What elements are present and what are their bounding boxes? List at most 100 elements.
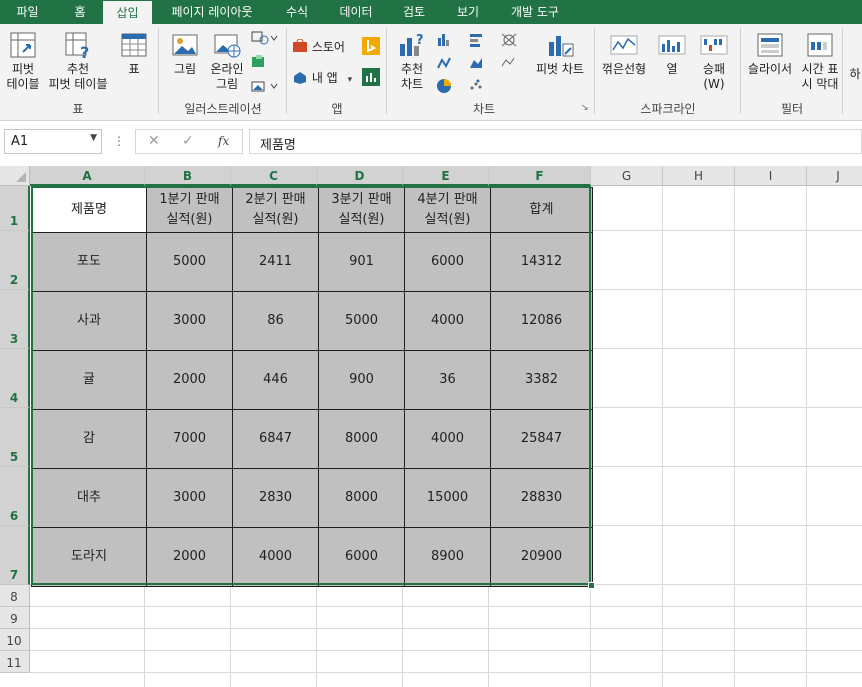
screenshot-icon[interactable]	[250, 78, 278, 94]
smartart-icon[interactable]	[250, 54, 278, 70]
name-box[interactable]: A1 ▼	[4, 129, 102, 154]
column-header-e[interactable]: E	[403, 166, 489, 186]
column-header-d[interactable]: D	[317, 166, 403, 186]
tab-data[interactable]: 데이터	[328, 0, 384, 24]
table-cell[interactable]: 86	[232, 291, 319, 351]
table-header-cell[interactable]: 합계	[490, 187, 593, 233]
table-cell[interactable]: 12086	[490, 291, 593, 351]
column-header-g[interactable]: G	[591, 166, 663, 186]
table-cell[interactable]: 8000	[318, 468, 405, 528]
column-header-f[interactable]: F	[489, 166, 591, 186]
tab-insert[interactable]: 삽입	[103, 1, 152, 24]
table-cell[interactable]: 2000	[146, 527, 233, 587]
formula-input[interactable]: 제품명	[249, 129, 862, 154]
online-pictures-button[interactable]: 온라인 그림	[206, 30, 248, 92]
pictures-button[interactable]: 그림	[165, 30, 205, 77]
column-header-b[interactable]: B	[145, 166, 231, 186]
select-all-button[interactable]	[0, 166, 30, 186]
table-cell[interactable]: 5000	[318, 291, 405, 351]
pivot-chart-button[interactable]: 피벗 차트	[530, 30, 590, 77]
table-cell[interactable]: 2830	[232, 468, 319, 528]
insert-function-icon[interactable]: fx	[218, 134, 229, 148]
tab-formulas[interactable]: 수식	[272, 0, 322, 24]
table-cell[interactable]: 900	[318, 350, 405, 410]
enter-icon[interactable]: ✓	[182, 133, 194, 149]
chevron-down-icon[interactable]: ▼	[90, 133, 97, 143]
cancel-icon[interactable]: ✕	[148, 133, 160, 149]
tab-developer[interactable]: 개발 도구	[498, 0, 572, 24]
table-cell[interactable]: 4000	[232, 527, 319, 587]
table-header-cell[interactable]: 4분기 판매 실적(원)	[404, 187, 491, 233]
tab-home[interactable]: 홈	[58, 0, 102, 24]
table-cell[interactable]: 6847	[232, 409, 319, 469]
row-header-9[interactable]: 9	[0, 607, 30, 629]
table-cell[interactable]: 14312	[490, 232, 593, 292]
timeline-button[interactable]: 시간 표 시 막대	[798, 30, 842, 92]
table-cell[interactable]: 귤	[31, 350, 147, 410]
row-header-2[interactable]: 2	[0, 231, 30, 290]
table-cell[interactable]: 2000	[146, 350, 233, 410]
table-header-cell[interactable]: 1분기 판매 실적(원)	[146, 187, 233, 233]
row-header-7[interactable]: 7	[0, 526, 30, 585]
worksheet-grid[interactable]: ABCDEFGHIJ 1 2 3 4 5 6 7 8 9 10 11 제품명 1분기 판매 실적(원) 2…	[0, 166, 862, 687]
table-cell[interactable]: 8900	[404, 527, 491, 587]
hyperlink-button[interactable]: 하	[848, 67, 862, 82]
table-cell[interactable]: 포도	[31, 232, 147, 292]
column-header-a[interactable]: A	[30, 166, 145, 186]
bing-icon[interactable]	[362, 37, 380, 55]
row-header-1[interactable]: 1	[0, 186, 30, 231]
column-header-j[interactable]: J	[807, 166, 862, 186]
chart-type-gallery-icon[interactable]	[436, 30, 528, 98]
row-header-4[interactable]: 4	[0, 349, 30, 408]
table-cell[interactable]: 5000	[146, 232, 233, 292]
row-header-8[interactable]: 8	[0, 585, 30, 607]
table-cell[interactable]: 36	[404, 350, 491, 410]
table-cell[interactable]: 3382	[490, 350, 593, 410]
row-header-3[interactable]: 3	[0, 290, 30, 349]
tab-file[interactable]: 파일	[0, 0, 55, 24]
table-cell[interactable]: 2411	[232, 232, 319, 292]
table-cell[interactable]: 25847	[490, 409, 593, 469]
people-graph-icon[interactable]	[362, 68, 380, 86]
shapes-icon[interactable]	[250, 30, 278, 46]
recommended-pivot-button[interactable]: ? 추천 피벗 테이블	[44, 30, 112, 92]
fill-handle[interactable]	[588, 582, 595, 589]
table-header-cell[interactable]: 2분기 판매 실적(원)	[232, 187, 319, 233]
table-cell[interactable]: 사과	[31, 291, 147, 351]
table-cell[interactable]: 28830	[490, 468, 593, 528]
recommended-charts-button[interactable]: ? 추천 차트	[392, 30, 432, 92]
table-cell[interactable]: 감	[31, 409, 147, 469]
tab-page-layout[interactable]: 페이지 레이아웃	[158, 0, 266, 24]
row-header-11[interactable]: 11	[0, 651, 30, 673]
slicer-button[interactable]: 슬라이서	[744, 30, 796, 77]
column-header-h[interactable]: H	[663, 166, 735, 186]
row-header-10[interactable]: 10	[0, 629, 30, 651]
table-cell[interactable]: 대추	[31, 468, 147, 528]
table-header-cell[interactable]: 3분기 판매 실적(원)	[318, 187, 405, 233]
table-cell[interactable]: 4000	[404, 291, 491, 351]
table-cell[interactable]: 15000	[404, 468, 491, 528]
sparkline-line-button[interactable]: 꺾은선형	[598, 30, 650, 77]
dialog-launcher-icon[interactable]: ↘	[581, 103, 589, 113]
table-cell[interactable]: 20900	[490, 527, 593, 587]
pivot-table-button[interactable]: 피벗 테이블	[2, 30, 44, 92]
table-cell[interactable]: 도라지	[31, 527, 147, 587]
tab-review[interactable]: 검토	[390, 0, 438, 24]
table-cell[interactable]: 4000	[404, 409, 491, 469]
sparkline-winloss-button[interactable]: 승패 (W)	[694, 30, 734, 92]
column-header-c[interactable]: C	[231, 166, 317, 186]
row-header-5[interactable]: 5	[0, 408, 30, 467]
table-cell[interactable]: 6000	[404, 232, 491, 292]
table-button[interactable]: 표	[114, 30, 154, 77]
table-cell[interactable]: 446	[232, 350, 319, 410]
column-header-i[interactable]: I	[735, 166, 807, 186]
row-header-6[interactable]: 6	[0, 467, 30, 526]
sparkline-column-button[interactable]: 열	[652, 30, 692, 77]
table-cell[interactable]: 901	[318, 232, 405, 292]
store-button[interactable]: 스토어	[292, 38, 345, 55]
my-addins-button[interactable]: 내 앱 ▾	[292, 69, 352, 86]
table-cell[interactable]: 3000	[146, 291, 233, 351]
table-header-cell[interactable]: 제품명	[31, 187, 147, 233]
tab-view[interactable]: 보기	[444, 0, 492, 24]
more-options-icon[interactable]: ⋮	[113, 134, 125, 148]
